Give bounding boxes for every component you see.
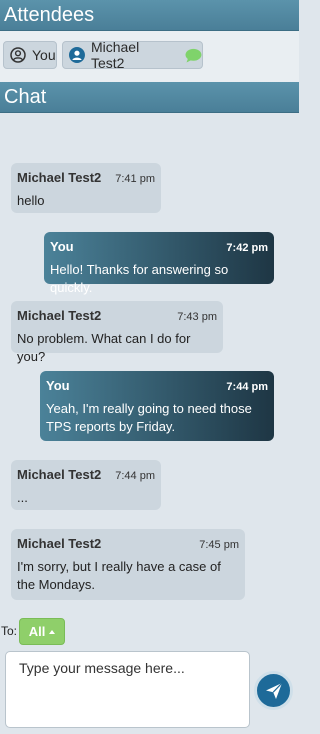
recipient-label: To: <box>1 624 18 638</box>
message-text: No problem. What can I do for you? <box>17 331 191 364</box>
chat-message: Michael Test2 7:43 pm No problem. What c… <box>11 301 223 364</box>
attendee-chip-you[interactable]: You <box>3 41 57 69</box>
chat-header: Chat <box>0 82 299 113</box>
recipient-value: All <box>28 624 46 639</box>
attendee-name: You <box>32 47 56 63</box>
chat-message: Michael Test2 7:45 pm I'm sorry, but I r… <box>11 529 245 600</box>
attendees-list: You Michael Test2 <box>0 31 299 82</box>
message-text: ... <box>17 490 28 505</box>
message-text: Yeah, I'm really going to need those TPS… <box>46 401 252 434</box>
attendees-header: Attendees <box>0 0 299 31</box>
user-outline-icon <box>10 47 26 63</box>
message-time: 7:41 pm <box>115 173 155 185</box>
message-time: 7:45 pm <box>199 539 239 551</box>
message-sender: Michael Test2 <box>17 536 102 551</box>
recipient-dropdown-button[interactable]: All <box>19 618 65 645</box>
message-sender: Michael Test2 <box>17 170 102 185</box>
caret-up-icon <box>49 629 56 634</box>
attendee-chip-michael[interactable]: Michael Test2 <box>62 39 203 71</box>
message-input[interactable] <box>5 651 250 728</box>
attendees-title: Attendees <box>4 4 95 26</box>
attendee-name: Michael Test2 <box>90 39 140 71</box>
message-sender: You <box>50 239 74 254</box>
chat-title: Chat <box>4 86 47 108</box>
send-button[interactable] <box>254 671 293 710</box>
chat-bubble-icon <box>185 48 202 62</box>
paper-plane-icon <box>265 682 282 699</box>
message-text: Hello! Thanks for answering so quickly. <box>50 262 229 295</box>
message-text: I'm sorry, but I really have a case of t… <box>17 559 221 592</box>
message-time: 7:44 pm <box>226 381 268 393</box>
message-time: 7:44 pm <box>115 470 155 482</box>
message-sender: Michael Test2 <box>17 467 102 482</box>
message-sender: You <box>46 378 70 393</box>
message-sender: Michael Test2 <box>17 308 102 323</box>
chat-message: Michael Test2 7:41 pm hello <box>11 163 161 213</box>
chat-message: You 7:42 pm Hello! Thanks for answering … <box>44 232 274 295</box>
chat-message: You 7:44 pm Yeah, I'm really going to ne… <box>40 371 274 441</box>
chat-message: Michael Test2 7:44 pm ... <box>11 460 161 510</box>
message-text: hello <box>17 193 45 208</box>
user-avatar-icon <box>69 47 85 63</box>
chat-messages[interactable]: Michael Test2 7:41 pm hello You 7:42 pm … <box>0 113 299 619</box>
message-time: 7:42 pm <box>226 242 268 254</box>
message-time: 7:43 pm <box>177 311 217 323</box>
